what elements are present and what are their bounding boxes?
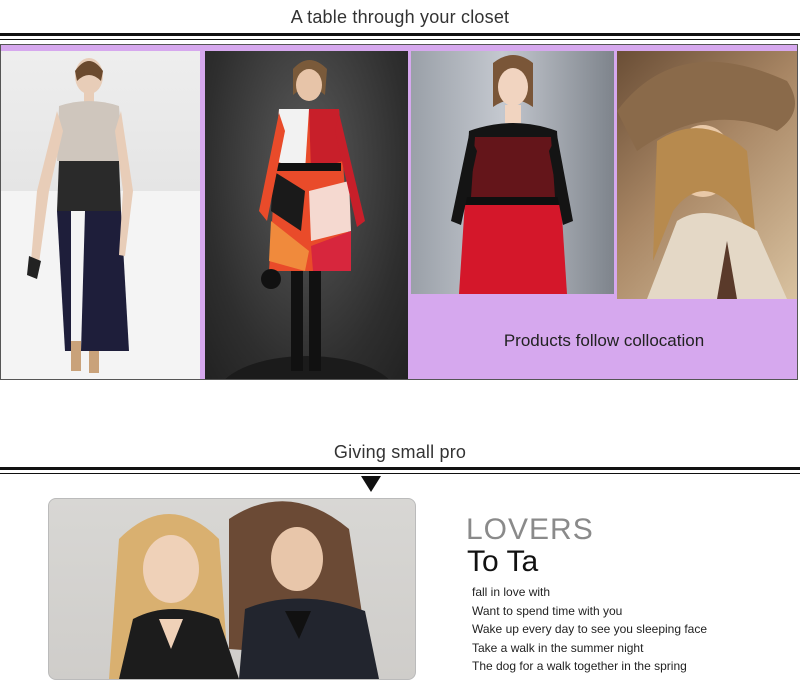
poem-line: Wake up every day to see you sleeping fa…: [472, 622, 708, 636]
divider-thick: [0, 33, 800, 36]
collocation-caption: Products follow collocation: [503, 331, 705, 350]
section-title-closet: A table through your closet: [290, 7, 510, 27]
wide-brim-hat-photo[interactable]: [617, 51, 797, 299]
poem-line: Take a walk in the summer night: [472, 640, 644, 655]
divider-thin: [0, 39, 800, 40]
poem-line: fall in love with: [472, 585, 551, 599]
poem-line: Want to spend time with you: [472, 603, 623, 618]
runway-model-photo[interactable]: [1, 51, 200, 379]
down-arrow-icon: [361, 476, 381, 492]
lovers-heading: LOVERS: [466, 513, 594, 546]
section-title-giving: Giving small pro: [333, 442, 467, 462]
geometric-coat-photo[interactable]: [205, 51, 408, 379]
outfit-gallery: Products follow collocation: [0, 44, 798, 380]
poem-line: The dog for a walk together in the sprin…: [472, 659, 687, 673]
lovers-photo[interactable]: [48, 498, 416, 680]
red-lace-dress-photo[interactable]: [411, 51, 614, 294]
lovers-subheading: To Ta: [467, 545, 539, 578]
divider-thin: [0, 473, 800, 474]
divider-thick: [0, 467, 800, 470]
poem-lines: fall in love with Want to spend time wit…: [472, 583, 707, 676]
